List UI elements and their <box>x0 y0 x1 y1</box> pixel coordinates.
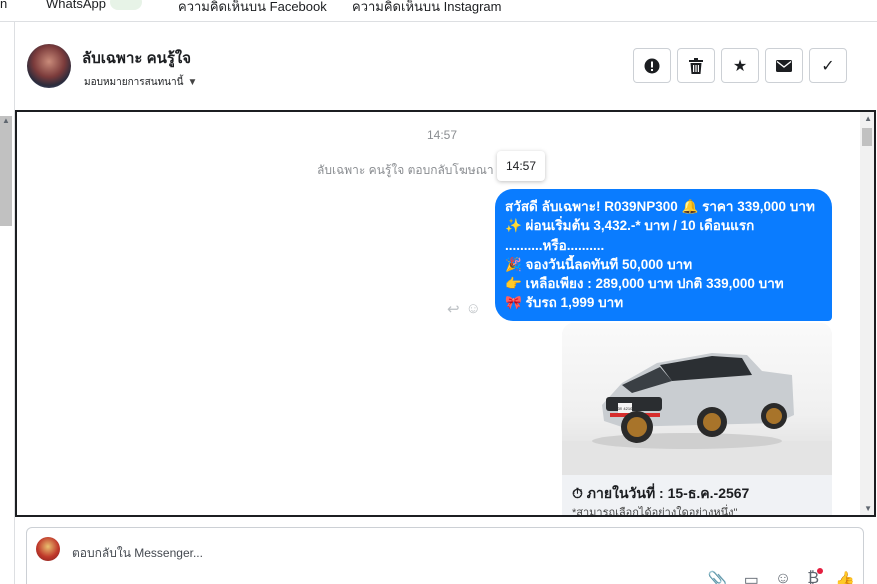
assign-conversation-dropdown[interactable]: มอบหมายการสนทนานี้ ▼ <box>84 75 197 90</box>
message-line: ..........หรือ.......... <box>505 237 605 253</box>
card-title: ⏱ ภายในวันที่ : 15-ธ.ค.-2567 <box>572 485 750 501</box>
emoji-icon[interactable]: ☺ <box>775 570 791 584</box>
reply-icon[interactable]: ↩ <box>447 300 460 318</box>
header-actions: ★ ✓ <box>633 48 847 83</box>
message-tools: ↩ ☺ <box>447 300 481 318</box>
pickup-truck-image[interactable]: 3ก 4210 <box>562 323 832 475</box>
product-card[interactable]: 3ก 4210 ⏱ ภายในวันที่ : 15-ธ.ค.-2567 *สา… <box>562 323 832 517</box>
like-icon[interactable]: 👍 <box>835 570 855 584</box>
envelope-icon <box>776 59 792 72</box>
check-icon: ✓ <box>821 57 835 75</box>
page-avatar <box>36 537 60 561</box>
inbox-page: n WhatsApp ความคิดเห็นบน Facebook ความคิ… <box>0 0 877 584</box>
tab-whatsapp-badge <box>110 0 142 10</box>
star-button[interactable]: ★ <box>721 48 759 83</box>
mark-unread-button[interactable] <box>765 48 803 83</box>
mark-done-button[interactable]: ✓ <box>809 48 847 83</box>
report-button[interactable] <box>633 48 671 83</box>
message-line: 👉 เหลือเพียง : 289,000 บาท ปกติ 339,000 … <box>505 276 784 292</box>
message-line: 🎉 จองวันนี้ลดทันที 50,000 บาท <box>505 256 693 272</box>
thread-scrollbar[interactable]: ▲ ▼ <box>860 112 874 515</box>
alert-icon <box>644 58 660 73</box>
thread-scrollbar-thumb[interactable] <box>862 128 872 146</box>
assign-label: มอบหมายการสนทนานี้ <box>84 77 184 88</box>
message-line: 🎀 รับรถ 1,999 บาท <box>505 295 624 311</box>
contact-avatar[interactable] <box>27 44 71 88</box>
tab-instagram-comments[interactable]: ความคิดเห็นบน Instagram <box>352 0 501 17</box>
scroll-up-arrow[interactable]: ▲ <box>864 114 872 123</box>
tab-whatsapp[interactable]: WhatsApp <box>46 0 106 11</box>
truck-illustration: 3ก 4210 <box>562 353 832 475</box>
composer-toolbar: 📎 ▭ ☺ ₿ 👍 <box>708 570 855 584</box>
message-line: ✨ ผ่อนเริ่มต้น 3,432.-* บาท / 10 เดือนแร… <box>505 218 755 234</box>
message-composer[interactable]: ตอบกลับใน Messenger... 📎 ▭ ☺ ₿ 👍 <box>26 527 864 584</box>
saved-replies-icon[interactable]: ▭ <box>744 570 759 584</box>
delete-button[interactable] <box>677 48 715 83</box>
conversation-header: ลับเฉพาะ คนรู้ใจ มอบหมายการสนทนานี้ ▼ ★ … <box>16 22 877 112</box>
message-line: สวัสดี ลับเฉพาะ! R039NP300 🔔 ราคา 339,00… <box>505 199 815 214</box>
tab-edge[interactable]: n <box>0 0 7 11</box>
channel-tab-strip: n WhatsApp ความคิดเห็นบน Facebook ความคิ… <box>0 0 877 22</box>
thread-timestamp: 14:57 <box>427 128 458 142</box>
tab-facebook-comments[interactable]: ความคิดเห็นบน Facebook <box>178 0 327 17</box>
star-icon: ★ <box>732 57 748 75</box>
message-time-tooltip: 14:57 <box>497 151 545 181</box>
left-scrollbar-thumb[interactable] <box>0 116 12 226</box>
ad-reply-note: ลับเฉพาะ คนรู้ใจ ตอบกลับโฆษณา <box>317 163 494 177</box>
license-plate-text: 3ก 4210 <box>618 406 633 411</box>
reply-input[interactable]: ตอบกลับใน Messenger... <box>72 544 203 563</box>
left-panel-edge <box>0 22 15 584</box>
trash-icon <box>689 57 703 74</box>
react-emoji-icon[interactable]: ☺ <box>466 300 481 318</box>
chevron-down-icon: ▼ <box>187 77 198 88</box>
scroll-down-arrow[interactable]: ▼ <box>864 504 872 513</box>
outgoing-message-bubble[interactable]: สวัสดี ลับเฉพาะ! R039NP300 🔔 ราคา 339,00… <box>495 189 832 321</box>
notification-dot <box>817 568 823 574</box>
card-subtitle: *สามารถเลือกได้อย่างใดอย่างหนึ่ง" <box>572 507 738 517</box>
message-thread[interactable]: ▲ ▼ 14:57 ลับเฉพาะ คนรู้ใจ ตอบกลับโฆษณา … <box>15 110 876 517</box>
left-scroll-up-arrow[interactable]: ▲ <box>2 116 10 125</box>
attachment-icon[interactable]: 📎 <box>708 570 728 584</box>
contact-name[interactable]: ลับเฉพาะ คนรู้ใจ <box>82 46 191 70</box>
